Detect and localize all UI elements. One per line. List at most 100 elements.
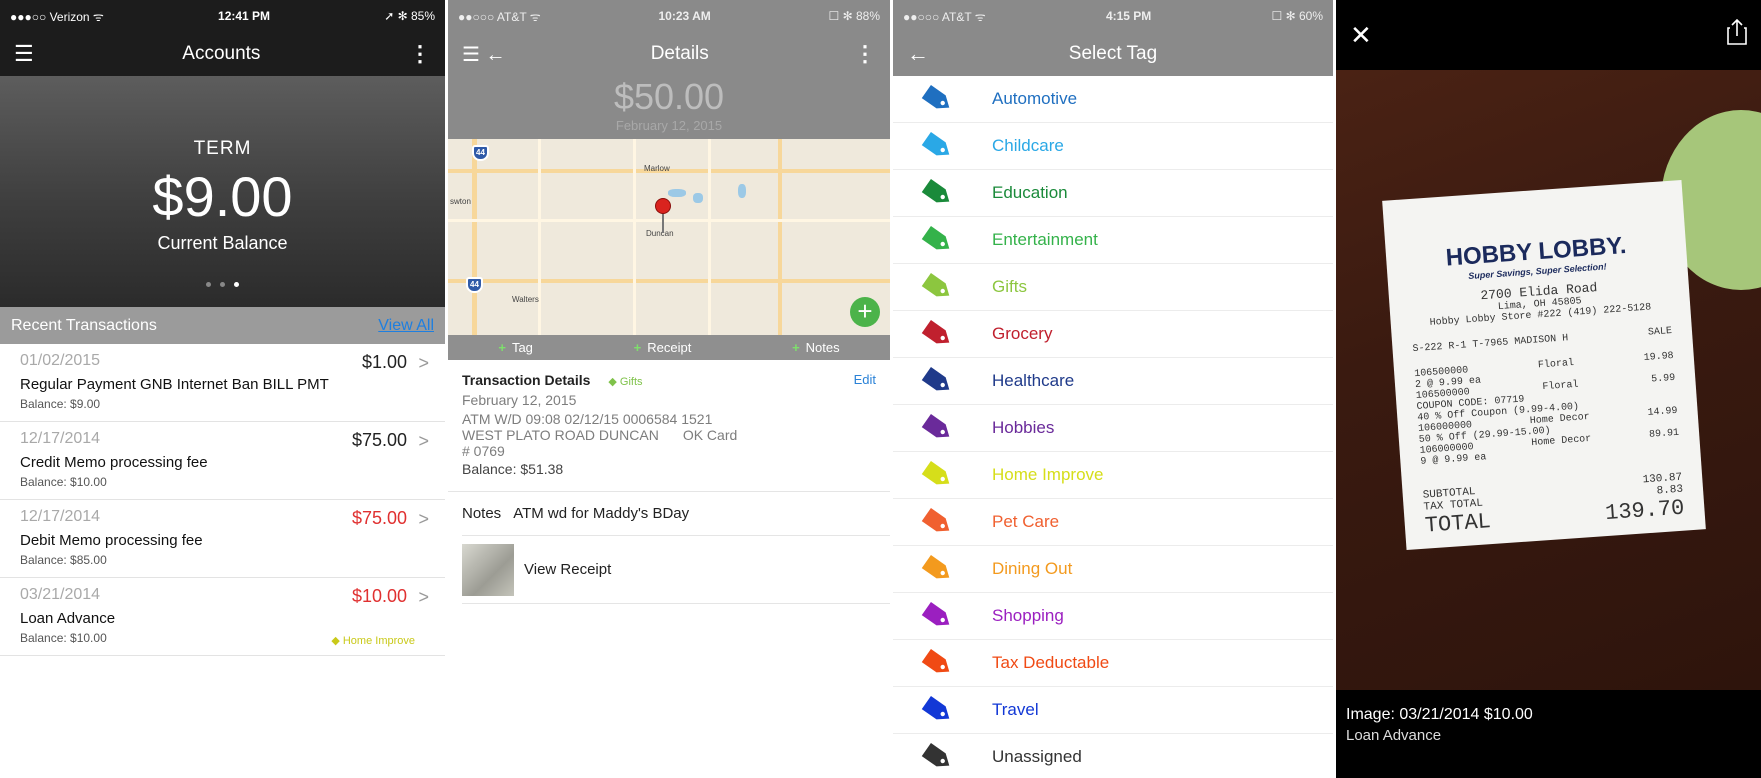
tag-label: Home Improve bbox=[992, 465, 1104, 484]
receipt-action-button[interactable]: + Receipt bbox=[634, 340, 692, 355]
image-toolbar: ✕ bbox=[1336, 0, 1761, 70]
tag-icon bbox=[920, 414, 960, 442]
transaction-details: Transaction Details ◆ Gifts Edit February… bbox=[448, 360, 890, 492]
page-title: Details bbox=[650, 43, 709, 64]
transaction-row[interactable]: 12/17/2014 Credit Memo processing fee Ba… bbox=[0, 422, 445, 500]
tag-option[interactable]: Pet Care bbox=[893, 499, 1333, 546]
accounts-screen: ●●●○○ Verizon ᯤ 12:41 PM ➚ ✻ 85% ☰ Accou… bbox=[0, 0, 445, 778]
hamburger-menu-icon[interactable]: ☰ bbox=[14, 41, 34, 67]
caption-line-2: Loan Advance bbox=[1346, 727, 1442, 744]
tag-option[interactable]: Grocery bbox=[893, 311, 1333, 358]
page-title: Accounts bbox=[182, 43, 261, 64]
map-town-label: Walters bbox=[512, 295, 539, 304]
tag-option[interactable]: Tax Deductable bbox=[893, 640, 1333, 687]
page-dot-active[interactable] bbox=[234, 282, 239, 287]
tag-icon bbox=[920, 602, 960, 630]
interstate-shield-icon: 44 bbox=[472, 145, 489, 161]
section-title: Recent Transactions bbox=[11, 316, 157, 334]
map-pin-icon[interactable] bbox=[656, 199, 670, 213]
transaction-description: Credit Memo processing fee bbox=[20, 454, 208, 471]
nav-bar: ☰ Accounts ⋮ bbox=[0, 32, 445, 76]
transaction-balance: Balance: $9.00 bbox=[20, 397, 101, 411]
plus-icon: + bbox=[498, 340, 506, 355]
tag-option[interactable]: Gifts bbox=[893, 264, 1333, 311]
tag-option[interactable]: Unassigned bbox=[893, 734, 1333, 778]
carrier: ●●●○○ Verizon ᯤ bbox=[10, 9, 104, 24]
map-town-label: Marlow bbox=[644, 164, 670, 173]
plus-icon: + bbox=[792, 340, 800, 355]
chevron-right-icon: > bbox=[418, 431, 429, 451]
notes-row[interactable]: Notes ATM wd for Maddy's BDay bbox=[462, 492, 890, 536]
map-town-label: swton bbox=[450, 197, 471, 206]
tag-option[interactable]: Education bbox=[893, 170, 1333, 217]
transaction-list: 01/02/2015 Regular Payment GNB Internet … bbox=[0, 344, 445, 656]
tag-label: Dining Out bbox=[992, 559, 1073, 578]
edit-button[interactable]: Edit bbox=[854, 372, 876, 387]
view-receipt-row[interactable]: View Receipt bbox=[462, 536, 890, 604]
nav-bar: ← Select Tag bbox=[893, 32, 1333, 76]
chevron-right-icon: > bbox=[418, 509, 429, 529]
tag-list: Automotive Childcare Education Entertainmen… bbox=[893, 76, 1333, 778]
tag-label: Automotive bbox=[992, 89, 1078, 108]
tag-label: Tax Deductable bbox=[992, 653, 1110, 672]
account-type: TERM bbox=[193, 138, 252, 159]
interstate-shield-icon: 44 bbox=[466, 277, 483, 293]
view-receipt-label: View Receipt bbox=[524, 561, 612, 578]
transaction-row[interactable]: 12/17/2014 Debit Memo processing fee Bal… bbox=[0, 500, 445, 578]
more-vertical-icon[interactable]: ⋮ bbox=[409, 41, 431, 67]
tag-label: Grocery bbox=[992, 324, 1053, 343]
tag-action-button[interactable]: + Tag bbox=[498, 340, 533, 355]
tag-icon bbox=[920, 320, 960, 348]
page-dot[interactable] bbox=[220, 282, 225, 287]
image-caption: Image: 03/21/2014 $10.00 Loan Advance bbox=[1336, 690, 1761, 744]
tag-option[interactable]: Home Improve bbox=[893, 452, 1333, 499]
detail-line-1: ATM W/D 09:08 02/12/15 0006584 1521 bbox=[462, 411, 713, 427]
more-vertical-icon[interactable]: ⋮ bbox=[854, 41, 876, 67]
transaction-balance: Balance: $10.00 bbox=[20, 475, 107, 489]
page-dot[interactable] bbox=[206, 282, 211, 287]
tag-option[interactable]: Dining Out bbox=[893, 546, 1333, 593]
clock: 12:41 PM bbox=[218, 9, 271, 23]
tag-icon bbox=[920, 461, 960, 489]
tag-label: Entertainment bbox=[992, 230, 1098, 249]
tag-option[interactable]: Automotive bbox=[893, 76, 1333, 123]
notes-action-button[interactable]: + Notes bbox=[792, 340, 840, 355]
transaction-tag: ◆ Home Improve bbox=[331, 634, 415, 647]
detail-line-2: WEST PLATO ROAD DUNCAN OK Card bbox=[462, 427, 738, 443]
transaction-amount: $10.00 bbox=[351, 586, 407, 606]
tag-option[interactable]: Childcare bbox=[893, 123, 1333, 170]
amount-header: $50.00 February 12, 2015 bbox=[448, 76, 890, 139]
tag-icon bbox=[920, 85, 960, 113]
back-arrow-icon[interactable]: ☰ ← bbox=[462, 42, 506, 67]
tag-icon bbox=[920, 743, 960, 771]
tag-option[interactable]: Entertainment bbox=[893, 217, 1333, 264]
chevron-right-icon: > bbox=[418, 353, 429, 373]
balance-card[interactable]: TERM $9.00 Current Balance bbox=[0, 76, 445, 307]
battery: ☐ ✻ 60% bbox=[1271, 9, 1324, 23]
tag-option[interactable]: Shopping bbox=[893, 593, 1333, 640]
transaction-amount: $75.00 bbox=[351, 430, 407, 450]
tag-icon bbox=[920, 367, 960, 395]
page-indicator[interactable] bbox=[0, 282, 445, 287]
clock: 10:23 AM bbox=[658, 9, 711, 23]
back-arrow-icon[interactable]: ← bbox=[907, 41, 929, 67]
notes-label: Notes bbox=[462, 505, 502, 522]
close-icon[interactable]: ✕ bbox=[1350, 20, 1372, 51]
tag-option[interactable]: Hobbies bbox=[893, 405, 1333, 452]
nav-bar: ☰ ← Details ⋮ bbox=[448, 32, 890, 76]
tag-icon bbox=[920, 696, 960, 724]
battery: ☐ ✻ 88% bbox=[828, 9, 880, 23]
current-balance-label: Current Balance bbox=[157, 233, 288, 253]
tag-option[interactable]: Travel bbox=[893, 687, 1333, 734]
tag-option[interactable]: Healthcare bbox=[893, 358, 1333, 405]
location-map[interactable]: 44 44 Marlow swton Duncan Walters + bbox=[448, 139, 890, 335]
tag-label: Childcare bbox=[992, 136, 1064, 155]
transaction-row[interactable]: 01/02/2015 Regular Payment GNB Internet … bbox=[0, 344, 445, 422]
receipt-thumbnail[interactable] bbox=[462, 543, 514, 596]
transaction-row[interactable]: 03/21/2014 Loan Advance Balance: $10.00 … bbox=[0, 578, 445, 656]
zoom-plus-icon[interactable]: + bbox=[850, 297, 880, 327]
receipt-photo[interactable]: HOBBY LOBBY. Super Savings, Super Select… bbox=[1336, 70, 1761, 690]
status-bar: ●●○○○ AT&T ᯤ 10:23 AM ☐ ✻ 88% bbox=[448, 0, 890, 32]
view-all-link[interactable]: View All bbox=[378, 317, 434, 335]
share-icon[interactable] bbox=[1727, 18, 1747, 52]
